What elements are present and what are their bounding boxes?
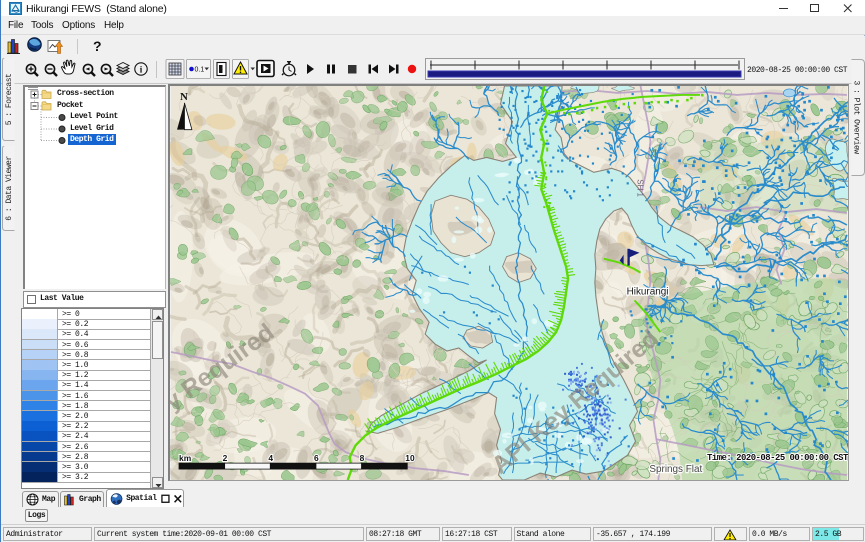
svg-text:8: 8 (360, 453, 365, 463)
svg-text:Springs Flat: Springs Flat (649, 464, 702, 475)
svg-text:N: N (180, 91, 188, 103)
svg-text:i: i (140, 65, 143, 75)
svg-text:10: 10 (405, 453, 415, 463)
svg-text:Hikurangi: Hikurangi (627, 286, 669, 297)
svg-text:3 : Plot Overview: 3 : Plot Overview (852, 80, 861, 154)
svg-text:0.1: 0.1 (195, 67, 205, 74)
svg-text:4: 4 (268, 453, 273, 463)
svg-text:2: 2 (223, 453, 228, 463)
svg-text:?: ? (93, 38, 102, 54)
svg-text:km: km (179, 453, 191, 463)
svg-text:5 : Forecast: 5 : Forecast (5, 74, 14, 126)
svg-text:6 : Data Viewer: 6 : Data Viewer (5, 156, 14, 221)
svg-text:Time: 2020-08-25 00:00:00 CST: Time: 2020-08-25 00:00:00 CST (707, 453, 849, 463)
svg-text:SH 1: SH 1 (636, 179, 645, 197)
svg-text:6: 6 (314, 453, 319, 463)
